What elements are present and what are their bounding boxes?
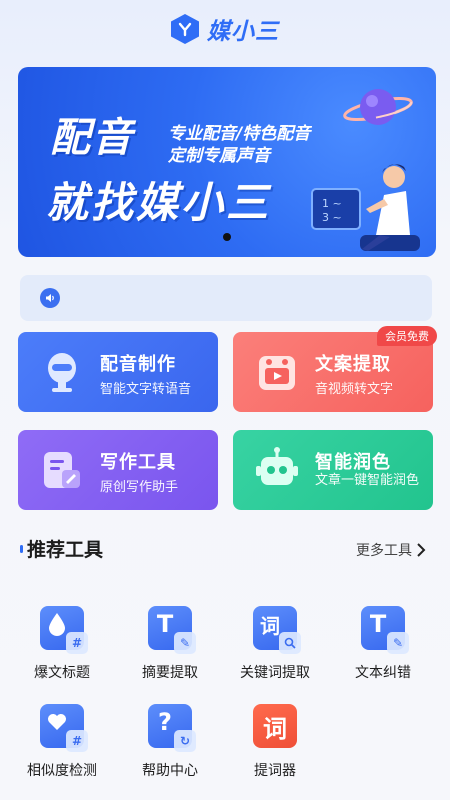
speaker-icon <box>40 288 60 308</box>
ci-search-icon: 词 <box>253 606 301 654</box>
tool-label: 文本纠错 <box>355 665 411 681</box>
card-dubbing[interactable]: 配音制作 智能文字转语音 <box>18 332 218 412</box>
tool-label: 爆文标题 <box>34 665 90 681</box>
tool-label: 提词器 <box>254 763 296 779</box>
tool-label: 帮助中心 <box>142 763 198 779</box>
card-title: 写作工具 <box>100 452 176 473</box>
card-title: 配音制作 <box>100 354 176 375</box>
card-writing[interactable]: 写作工具 原创写作助手 <box>18 430 218 510</box>
card-polish[interactable]: 智能润色 文章一键智能润色 <box>233 430 433 510</box>
chevron-right-icon <box>417 543 426 557</box>
question-refresh-icon: ? ↻ <box>148 704 196 752</box>
member-free-badge: 会员免费 <box>377 326 437 346</box>
more-tools-label: 更多工具 <box>356 543 412 559</box>
tool-label: 相似度检测 <box>27 763 97 779</box>
video-play-icon <box>259 356 295 390</box>
section-title-text: 推荐工具 <box>27 539 104 561</box>
svg-text:1 ~: 1 ~ <box>322 197 342 210</box>
promo-banner[interactable]: 配音 专业配音/特色配音 定制专属声音 就找媒小三 1 ~ 3 ~ <box>18 67 436 257</box>
banner-tagline-2: 定制专属声音 <box>168 146 270 166</box>
ci-red-icon: 词 <box>253 704 297 748</box>
tool-keyword[interactable]: 词 关键词提取 <box>225 606 325 682</box>
tool-summary[interactable]: T ✎ 摘要提取 <box>120 606 220 682</box>
app-name: 媒小三 <box>207 19 279 45</box>
announcement-bar[interactable] <box>20 275 432 321</box>
section-accent-bar <box>20 544 23 553</box>
tool-label: 关键词提取 <box>240 665 310 681</box>
tool-label: 摘要提取 <box>142 665 198 681</box>
carousel-indicator[interactable] <box>223 233 231 241</box>
banner-headline-1: 配音 <box>50 115 134 161</box>
t-edit-icon: T ✎ <box>148 606 196 654</box>
card-desc: 文章一键智能润色 <box>315 473 420 488</box>
card-title: 文案提取 <box>315 354 391 375</box>
tool-hot-title[interactable]: # 爆文标题 <box>12 606 112 682</box>
banner-headline-2: 就找媒小三 <box>46 178 272 227</box>
card-title: 智能润色 <box>315 452 391 473</box>
card-desc: 智能文字转语音 <box>100 382 192 397</box>
section-title-recommended: 推荐工具 <box>20 535 103 562</box>
planet-illustration-icon <box>343 89 413 125</box>
drop-hash-icon: # <box>40 606 88 654</box>
app-logo-icon <box>171 14 199 44</box>
tool-similarity[interactable]: # 相似度检测 <box>12 704 112 780</box>
tool-help[interactable]: ? ↻ 帮助中心 <box>120 704 220 780</box>
card-desc: 音视频转文字 <box>315 382 394 397</box>
app-header: 媒小三 <box>0 0 450 58</box>
robot-icon <box>256 447 298 485</box>
person-illustration-icon: 1 ~ 3 ~ <box>311 164 420 251</box>
document-edit-icon <box>44 452 80 488</box>
svg-text:3 ~: 3 ~ <box>322 211 342 224</box>
card-desc: 原创写作助手 <box>100 480 179 495</box>
tool-teleprompter[interactable]: 词 提词器 <box>225 704 325 780</box>
heart-compare-icon: # <box>40 704 88 752</box>
card-copy-extract[interactable]: 文案提取 音视频转文字 会员免费 <box>233 326 437 412</box>
more-tools-link[interactable]: 更多工具 <box>356 540 426 560</box>
tool-proofread[interactable]: T ✎ 文本纠错 <box>333 606 433 682</box>
t-pen-icon: T ✎ <box>361 606 409 654</box>
microphone-robot-icon <box>48 353 76 392</box>
